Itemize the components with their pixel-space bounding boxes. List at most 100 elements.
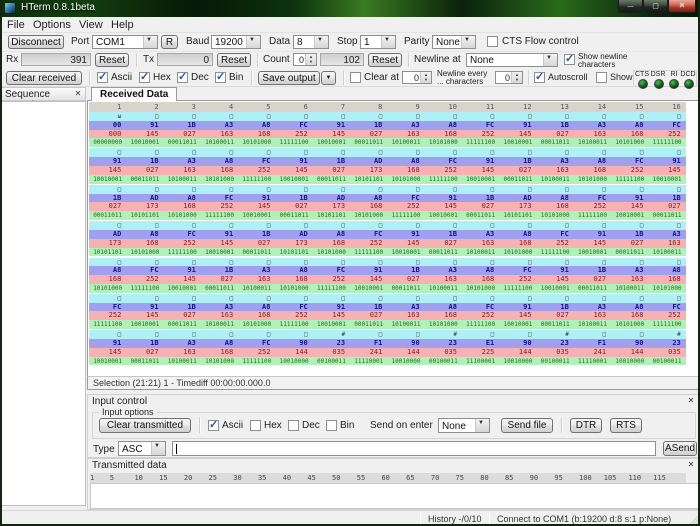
- bin-cell[interactable]: 00011011: [164, 320, 201, 329]
- hex-cell[interactable]: FC: [462, 303, 499, 312]
- bin-view-checkbox[interactable]: [215, 72, 226, 83]
- ascii-cell[interactable]: □: [313, 112, 350, 121]
- bin-cell[interactable]: 11111100: [611, 175, 648, 184]
- dec-cell[interactable]: 168: [425, 130, 462, 139]
- dec-cell[interactable]: 145: [611, 202, 648, 211]
- ascii-cell[interactable]: □: [462, 294, 499, 303]
- dec-cell[interactable]: 145: [350, 275, 387, 284]
- ascii-cell[interactable]: □: [126, 258, 163, 267]
- close-button[interactable]: [668, 0, 696, 13]
- dec-cell[interactable]: 241: [350, 348, 387, 357]
- dec-cell[interactable]: 027: [350, 311, 387, 320]
- dec-cell[interactable]: 163: [537, 166, 574, 175]
- ascii-cell[interactable]: □: [201, 185, 238, 194]
- dec-cell[interactable]: 027: [350, 130, 387, 139]
- hex-cell[interactable]: A8: [238, 303, 275, 312]
- dec-cell[interactable]: 163: [462, 239, 499, 248]
- hex-cell[interactable]: 1B: [126, 339, 163, 348]
- dec-cell[interactable]: 035: [537, 348, 574, 357]
- menu-view[interactable]: View: [75, 18, 107, 32]
- bin-cell[interactable]: 10010001: [425, 211, 462, 220]
- hex-cell[interactable]: 91: [499, 121, 536, 130]
- parity-select[interactable]: None: [432, 35, 476, 49]
- rescan-ports-button[interactable]: R: [161, 35, 178, 49]
- bin-cell[interactable]: 10100011: [387, 320, 424, 329]
- menu-file[interactable]: File: [3, 18, 29, 32]
- bin-cell[interactable]: 11111100: [275, 320, 312, 329]
- hex-cell[interactable]: A8: [425, 303, 462, 312]
- bin-cell[interactable]: 10101000: [275, 284, 312, 293]
- bin-cell[interactable]: 10101000: [574, 175, 611, 184]
- ascii-cell[interactable]: □: [499, 330, 536, 339]
- chevron-down-icon[interactable]: [314, 36, 328, 48]
- dec-cell[interactable]: 173: [126, 202, 163, 211]
- ascii-cell[interactable]: □: [611, 112, 648, 121]
- close-icon[interactable]: ✕: [686, 460, 696, 470]
- ascii-cell[interactable]: □: [648, 148, 685, 157]
- dec-cell[interactable]: 035: [648, 348, 685, 357]
- hex-cell[interactable]: 1B: [164, 303, 201, 312]
- hex-cell[interactable]: FC: [275, 121, 312, 130]
- bin-cell[interactable]: 10010001: [350, 284, 387, 293]
- hex-cell[interactable]: 91: [574, 230, 611, 239]
- dec-cell[interactable]: 145: [238, 202, 275, 211]
- input-hex-checkbox[interactable]: [250, 420, 261, 431]
- chevron-down-icon[interactable]: [461, 36, 475, 48]
- hex-cell[interactable]: F1: [574, 339, 611, 348]
- hex-cell[interactable]: AD: [89, 230, 126, 239]
- bin-cell[interactable]: 10101000: [313, 248, 350, 257]
- bin-cell[interactable]: 00011011: [350, 320, 387, 329]
- hex-cell[interactable]: 91: [611, 194, 648, 203]
- hex-cell[interactable]: 91: [201, 230, 238, 239]
- ascii-cell[interactable]: □: [275, 112, 312, 121]
- hex-cell[interactable]: AD: [499, 194, 536, 203]
- hex-cell[interactable]: AD: [275, 230, 312, 239]
- bin-cell[interactable]: 10101000: [537, 211, 574, 220]
- dec-cell[interactable]: 145: [313, 311, 350, 320]
- show-errors-checkbox[interactable]: [596, 72, 607, 83]
- save-output-dropdown-icon[interactable]: ▼: [321, 71, 336, 85]
- hex-cell[interactable]: A8: [89, 266, 126, 275]
- dec-cell[interactable]: 241: [574, 348, 611, 357]
- grid-column-header[interactable]: 6: [275, 102, 312, 112]
- bin-cell[interactable]: 00011011: [462, 211, 499, 220]
- dec-cell[interactable]: 252: [89, 311, 126, 320]
- menu-help[interactable]: Help: [107, 18, 138, 32]
- ascii-cell[interactable]: □: [350, 258, 387, 267]
- ascii-cell[interactable]: □: [499, 148, 536, 157]
- hex-cell[interactable]: 1B: [350, 303, 387, 312]
- hex-cell[interactable]: FC: [164, 230, 201, 239]
- bin-cell[interactable]: 10010000: [275, 357, 312, 366]
- hex-cell[interactable]: A3: [425, 266, 462, 275]
- dec-cell[interactable]: 252: [350, 239, 387, 248]
- bin-cell[interactable]: 11111100: [537, 248, 574, 257]
- hex-cell[interactable]: AD: [126, 194, 163, 203]
- ascii-cell[interactable]: □: [89, 294, 126, 303]
- ascii-cell[interactable]: □: [275, 330, 312, 339]
- bin-cell[interactable]: 10101000: [611, 138, 648, 147]
- ascii-cell[interactable]: □: [275, 148, 312, 157]
- dec-cell[interactable]: 035: [425, 348, 462, 357]
- hex-cell[interactable]: FC: [648, 121, 685, 130]
- hex-cell[interactable]: 91: [164, 266, 201, 275]
- dec-cell[interactable]: 163: [201, 311, 238, 320]
- bin-cell[interactable]: 10101000: [201, 175, 238, 184]
- dec-cell[interactable]: 252: [387, 202, 424, 211]
- hex-cell[interactable]: A3: [164, 339, 201, 348]
- dec-cell[interactable]: 252: [648, 311, 685, 320]
- hex-view-checkbox[interactable]: [139, 72, 150, 83]
- dec-cell[interactable]: 168: [537, 202, 574, 211]
- hex-cell[interactable]: A8: [164, 194, 201, 203]
- bin-cell[interactable]: 10010000: [611, 357, 648, 366]
- hex-cell[interactable]: FC: [201, 194, 238, 203]
- tab-received-data[interactable]: Received Data: [91, 87, 177, 101]
- dec-cell[interactable]: 027: [648, 202, 685, 211]
- ascii-cell[interactable]: □: [164, 221, 201, 230]
- ascii-cell[interactable]: □: [574, 148, 611, 157]
- dec-cell[interactable]: 168: [387, 166, 424, 175]
- bin-cell[interactable]: 10010000: [499, 357, 536, 366]
- bin-cell[interactable]: 10100011: [574, 138, 611, 147]
- bin-cell[interactable]: 00011011: [350, 138, 387, 147]
- dec-cell[interactable]: 027: [313, 166, 350, 175]
- dec-cell[interactable]: 027: [462, 202, 499, 211]
